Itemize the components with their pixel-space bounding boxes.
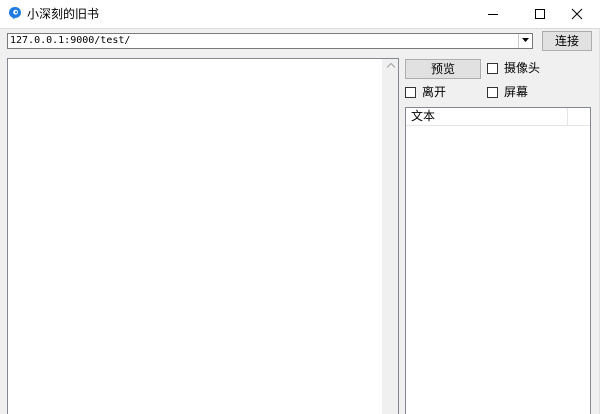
app-logo-icon — [8, 6, 22, 20]
window-title: 小深刻的旧书 — [27, 7, 100, 21]
checkbox-box[interactable] — [487, 62, 498, 74]
close-button[interactable] — [554, 0, 600, 28]
maximize-icon — [535, 9, 545, 19]
url-combobox[interactable]: 127.0.0.1:9000/test/ — [7, 33, 533, 49]
preview-button[interactable]: 预览 — [405, 59, 481, 79]
combobox-dropdown-button[interactable] — [518, 34, 532, 48]
checkbox-box[interactable] — [405, 86, 416, 98]
screen-checkbox-label: 屏幕 — [504, 85, 529, 99]
screen-checkbox[interactable]: 屏幕 — [487, 84, 528, 100]
title-bar[interactable]: 小深刻的旧书 — [0, 0, 600, 28]
camera-checkbox[interactable]: 摄像头 — [487, 60, 540, 76]
checkbox-box[interactable] — [487, 86, 498, 98]
connect-button[interactable]: 连接 — [542, 31, 592, 51]
leave-checkbox[interactable]: 离开 — [405, 84, 446, 100]
preview-area[interactable] — [7, 58, 399, 414]
column-header-text[interactable]: 文本 — [406, 108, 568, 126]
minimize-button[interactable] — [470, 0, 516, 28]
chevron-down-icon — [522, 38, 529, 42]
camera-checkbox-label: 摄像头 — [504, 61, 541, 75]
text-list-view[interactable]: 文本 — [405, 107, 591, 414]
minimize-icon — [488, 14, 498, 15]
scroll-up-arrow-icon[interactable] — [387, 63, 395, 68]
leave-checkbox-label: 离开 — [422, 85, 447, 99]
vertical-scrollbar[interactable] — [382, 59, 398, 414]
column-header-empty[interactable] — [568, 108, 590, 126]
close-icon — [571, 8, 583, 20]
url-value[interactable]: 127.0.0.1:9000/test/ — [10, 35, 130, 47]
list-body[interactable] — [406, 127, 590, 414]
list-header: 文本 — [406, 108, 590, 126]
